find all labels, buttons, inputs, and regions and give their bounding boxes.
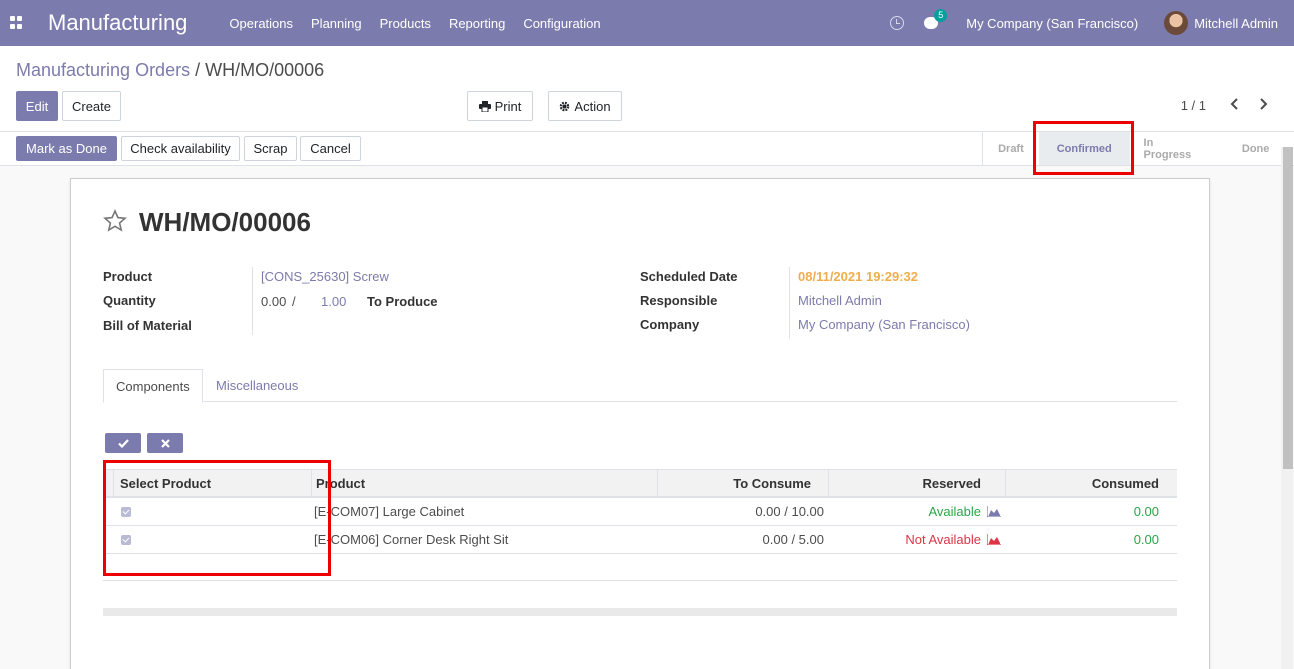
header-reserved[interactable]: Reserved <box>828 470 1005 497</box>
check-availability-button[interactable]: Check availability <box>121 136 240 161</box>
activity-clock-icon[interactable] <box>890 16 905 30</box>
row-consumed: 0.00 <box>1133 504 1159 519</box>
scheduled-date-label: Scheduled Date <box>640 269 738 284</box>
row-product: [E-COM07] Large Cabinet <box>314 504 465 519</box>
table-horizontal-scroll[interactable] <box>103 608 1177 616</box>
scheduled-date-value: 08/11/2021 19:29:32 <box>798 269 918 284</box>
forecast-chart-icon[interactable] <box>987 506 1001 517</box>
quantity-label: Quantity <box>103 293 156 308</box>
navbar-right: 5 My Company (San Francisco) Mitchell Ad… <box>890 0 1294 46</box>
discard-selection-button[interactable] <box>147 433 183 453</box>
menu-products[interactable]: Products <box>372 16 439 31</box>
scrollbar-thumb[interactable] <box>1283 147 1293 469</box>
menu-operations[interactable]: Operations <box>221 16 301 31</box>
tab-miscellaneous[interactable]: Miscellaneous <box>204 369 310 402</box>
create-button[interactable]: Create <box>62 91 121 121</box>
edit-button[interactable]: Edit <box>16 91 58 121</box>
control-panel: Manufacturing Orders / WH/MO/00006 Edit … <box>0 46 1294 132</box>
stage-draft[interactable]: Draft <box>983 132 1039 165</box>
row-reserved-status: Not Available <box>905 532 981 547</box>
cancel-button[interactable]: Cancel <box>300 136 361 161</box>
app-brand[interactable]: Manufacturing <box>48 10 187 36</box>
messaging-menu[interactable]: 5 <box>924 9 948 29</box>
highlight-box-select-product <box>103 460 331 576</box>
user-avatar[interactable] <box>1164 11 1189 35</box>
menu-configuration[interactable]: Configuration <box>515 16 608 31</box>
check-icon <box>117 438 129 448</box>
product-value[interactable]: [CONS_25630] Screw <box>261 269 389 284</box>
breadcrumb-current: WH/MO/00006 <box>205 60 325 80</box>
row-consumed: 0.00 <box>1133 532 1159 547</box>
confirm-selection-button[interactable] <box>105 433 141 453</box>
stage-in-progress[interactable]: In Progress <box>1130 132 1218 165</box>
pager-value[interactable]: 1 / 1 <box>1181 98 1206 113</box>
form-sheet: WH/MO/00006 Product [CONS_25630] Screw Q… <box>70 178 1210 669</box>
action-button[interactable]: Action <box>548 91 622 121</box>
print-button[interactable]: Print <box>467 91 533 121</box>
header-consumed[interactable]: Consumed <box>1005 470 1164 497</box>
breadcrumb-separator: / <box>195 60 201 80</box>
chevron-right-icon[interactable] <box>1258 98 1268 110</box>
menu-reporting[interactable]: Reporting <box>441 16 513 31</box>
responsible-value[interactable]: Mitchell Admin <box>798 293 882 308</box>
top-navbar: Manufacturing Operations Planning Produc… <box>0 0 1294 46</box>
scrap-button[interactable]: Scrap <box>244 136 297 161</box>
product-label: Product <box>103 269 153 284</box>
print-label: Print <box>494 98 522 114</box>
to-produce-label: To Produce <box>367 294 438 309</box>
user-menu[interactable]: Mitchell Admin <box>1194 16 1278 31</box>
breadcrumb: Manufacturing Orders / WH/MO/00006 <box>16 60 324 81</box>
highlight-box-stage <box>1033 121 1134 175</box>
quantity-separator: / <box>292 294 296 309</box>
main-menu: Operations Planning Products Reporting C… <box>221 16 608 31</box>
mark-as-done-button[interactable]: Mark as Done <box>16 136 117 161</box>
menu-planning[interactable]: Planning <box>303 16 370 31</box>
forecast-chart-icon[interactable] <box>987 534 1001 545</box>
apps-menu-icon[interactable] <box>10 16 24 30</box>
header-product[interactable]: Product <box>311 470 657 497</box>
gear-icon <box>560 101 570 111</box>
stage-bar: Draft Confirmed In Progress Done <box>982 132 1294 165</box>
row-to-consume: 0.00 / 5.00 <box>762 532 824 547</box>
notebook-tabs: Components Miscellaneous <box>103 369 1177 403</box>
row-reserved-status: Available <box>928 504 981 519</box>
company-switcher[interactable]: My Company (San Francisco) <box>966 16 1138 31</box>
field-divider-right <box>789 267 790 339</box>
bom-label: Bill of Material <box>103 318 192 333</box>
favorite-star-icon[interactable] <box>103 209 127 233</box>
page-scrollbar[interactable] <box>1281 147 1293 669</box>
row-to-consume: 0.00 / 10.00 <box>755 504 824 519</box>
record-title: WH/MO/00006 <box>139 207 311 237</box>
chat-count-badge: 5 <box>934 9 948 22</box>
field-divider-left <box>252 267 253 335</box>
print-icon <box>478 100 491 112</box>
action-label: Action <box>574 98 611 114</box>
responsible-label: Responsible <box>640 293 718 308</box>
breadcrumb-parent[interactable]: Manufacturing Orders <box>16 60 190 80</box>
header-to-consume[interactable]: To Consume <box>657 470 828 497</box>
company-label: Company <box>640 317 700 332</box>
row-product: [E-COM06] Corner Desk Right Sit <box>314 532 509 547</box>
company-value[interactable]: My Company (San Francisco) <box>798 317 970 332</box>
tab-components[interactable]: Components <box>103 369 203 403</box>
quantity-done: 0.00 <box>261 294 287 309</box>
chevron-left-icon[interactable] <box>1230 98 1240 110</box>
quantity-total: 1.00 <box>321 294 347 309</box>
close-icon <box>160 438 170 448</box>
